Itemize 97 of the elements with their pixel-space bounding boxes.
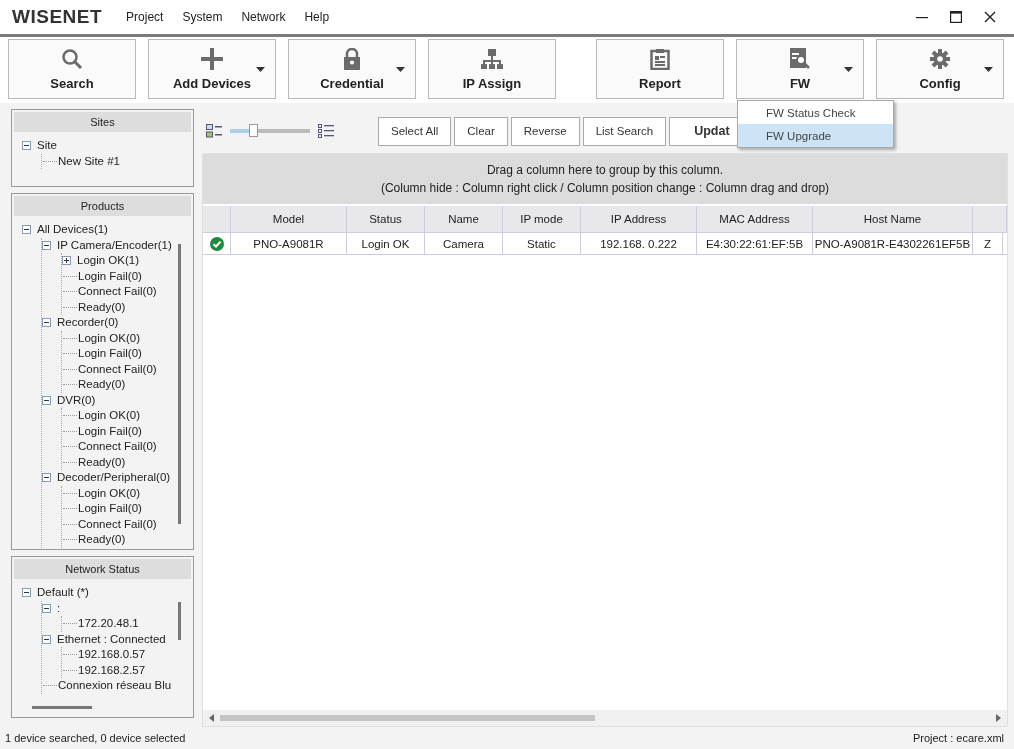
close-icon[interactable] [984,11,996,23]
scrollbar[interactable] [220,715,595,721]
hint-text: (Column hide : Column right click / Column position change : Column drag and drop) [380,180,830,197]
panel-header: Products [14,196,191,216]
scroll-right-icon[interactable] [996,714,1001,722]
collapse-icon[interactable] [42,473,51,483]
tree-item[interactable]: Login OK(0) [78,408,140,424]
tree-item[interactable]: Login Fail(0) [78,346,142,362]
network-icon [481,47,503,70]
tree-item[interactable]: Ethernet : Connected [57,631,166,647]
collapse-icon[interactable] [22,588,31,598]
status-text: 1 device searched, 0 device selected [5,732,186,744]
collapse-icon[interactable] [42,395,51,405]
list-button[interactable]: List Search [582,116,667,146]
scrollbar[interactable] [178,602,181,640]
column-header[interactable]: Model [231,206,347,232]
tree-item[interactable]: New Site #1 [58,153,120,169]
column-header[interactable]: MAC Address [697,206,813,232]
collapse-icon[interactable] [22,225,31,235]
list-button[interactable]: Clear [454,116,508,146]
document-magnifier-icon [790,47,810,70]
search-icon [61,47,83,70]
column-header[interactable]: Name [425,206,503,232]
tree-item[interactable]: Site [37,138,57,154]
tree-item[interactable]: Connexion réseau Blu [58,678,172,694]
column-header[interactable]: IP mode [503,206,581,232]
tree-item[interactable]: Login OK(0) [78,330,140,346]
tree-item[interactable]: Connect Fail(0) [78,284,157,300]
tree-item[interactable]: Login Fail(0) [78,268,142,284]
list-button[interactable]: Reverse [510,116,580,146]
table-cell: PNO-A9081R-E4302261EF5B [813,233,973,254]
column-header[interactable]: Status [347,206,425,232]
menu-item[interactable]: Project [126,10,164,24]
tree-item[interactable]: DVR(0) [57,392,96,408]
scrollbar[interactable] [178,244,181,524]
tree-item[interactable]: Login Fail(0) [78,501,142,517]
tree-item[interactable]: : [57,600,61,616]
table-cell: PNO-A9081R [231,233,347,254]
collapse-icon[interactable] [42,240,51,250]
tree-item[interactable]: Decoder/Peripheral(0) [57,470,171,486]
collapse-icon[interactable] [42,634,51,644]
table-cell: Static [503,233,581,254]
toolbar-button[interactable]: Add Devices [148,39,276,99]
panel-header: Sites [14,112,191,132]
toolbar-button[interactable]: Config [876,39,1004,99]
tree-item[interactable]: IP Camera/Encoder(1) [57,237,172,253]
tree-item[interactable]: All Devices(1) [37,222,108,238]
collapse-icon[interactable] [42,318,51,328]
table-cell: Z [973,233,1003,254]
tree-item[interactable]: Connect Fail(0) [78,361,157,377]
menu-item[interactable]: FW Upgrade [738,124,893,147]
list-view-icon[interactable] [318,124,334,138]
maximize-icon[interactable] [950,11,962,23]
tree-item[interactable]: Ready(0) [78,299,126,315]
table-cell: Camera [425,233,503,254]
view-size-slider[interactable] [230,124,310,138]
table-cell: Login OK [347,233,425,254]
hint-text: Drag a column here to group by this column. [486,162,724,179]
tree-item[interactable]: Ready(0) [78,454,126,470]
table-cell: E4:30:22:61:EF:5B [697,233,813,254]
thumbnail-view-icon[interactable] [206,124,222,138]
toolbar-button[interactable]: IP Assign [428,39,556,99]
list-button[interactable]: Select All [378,116,452,146]
tree-item[interactable]: Connect Fail(0) [78,439,157,455]
toolbar-button[interactable]: Credential [288,39,416,99]
tree-item[interactable]: 192.168.2.57 [78,662,146,678]
lock-icon [343,47,361,70]
scrollbar[interactable] [32,706,92,709]
tree-item[interactable]: Login OK(0) [78,485,140,501]
toolbar-button[interactable]: FW [736,39,864,99]
tree-item[interactable]: 192.168.0.57 [78,647,146,663]
column-header[interactable]: IP Address [581,206,697,232]
menu-item[interactable]: Help [304,10,330,24]
tree-item[interactable]: 172.20.48.1 [78,616,139,632]
tree-item[interactable]: Ready(0) [78,377,126,393]
menu-item[interactable]: System [182,10,223,24]
expand-icon[interactable] [62,256,71,266]
collapse-icon[interactable] [22,141,31,151]
panel-header: Network Status [14,559,191,579]
tree-item[interactable]: Connect Fail(0) [78,516,157,532]
app-logo: WISENET [12,6,103,28]
clipboard-icon [650,47,670,70]
toolbar-button[interactable]: Search [8,39,136,99]
column-header[interactable]: Host Name [813,206,973,232]
tree-item[interactable]: Ready(0) [78,532,126,548]
tree-item[interactable]: Login Fail(0) [78,423,142,439]
table-cell: 192.168. 0.222 [581,233,697,254]
tree-item[interactable]: Login OK(1) [77,253,139,269]
project-name: Project : ecare.xml [912,732,1004,744]
gear-icon [929,47,951,70]
menu-item[interactable]: Network [241,10,286,24]
scroll-left-icon[interactable] [209,714,214,722]
tree-item[interactable]: Default (*) [37,585,89,601]
collapse-icon[interactable] [42,603,51,613]
toolbar-button[interactable]: Report [596,39,724,99]
plus-icon [201,47,223,70]
tree-item[interactable]: Recorder(0) [57,315,119,331]
